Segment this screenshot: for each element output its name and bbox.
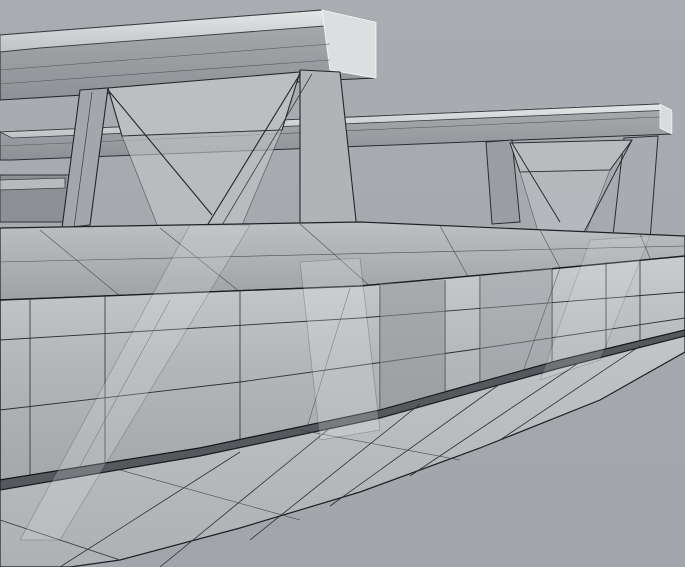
rear-cabin-structure: [0, 174, 71, 223]
3d-viewport[interactable]: [0, 0, 685, 567]
rear-support-pylon: [485, 135, 659, 245]
hull-model-render[interactable]: [0, 0, 685, 567]
